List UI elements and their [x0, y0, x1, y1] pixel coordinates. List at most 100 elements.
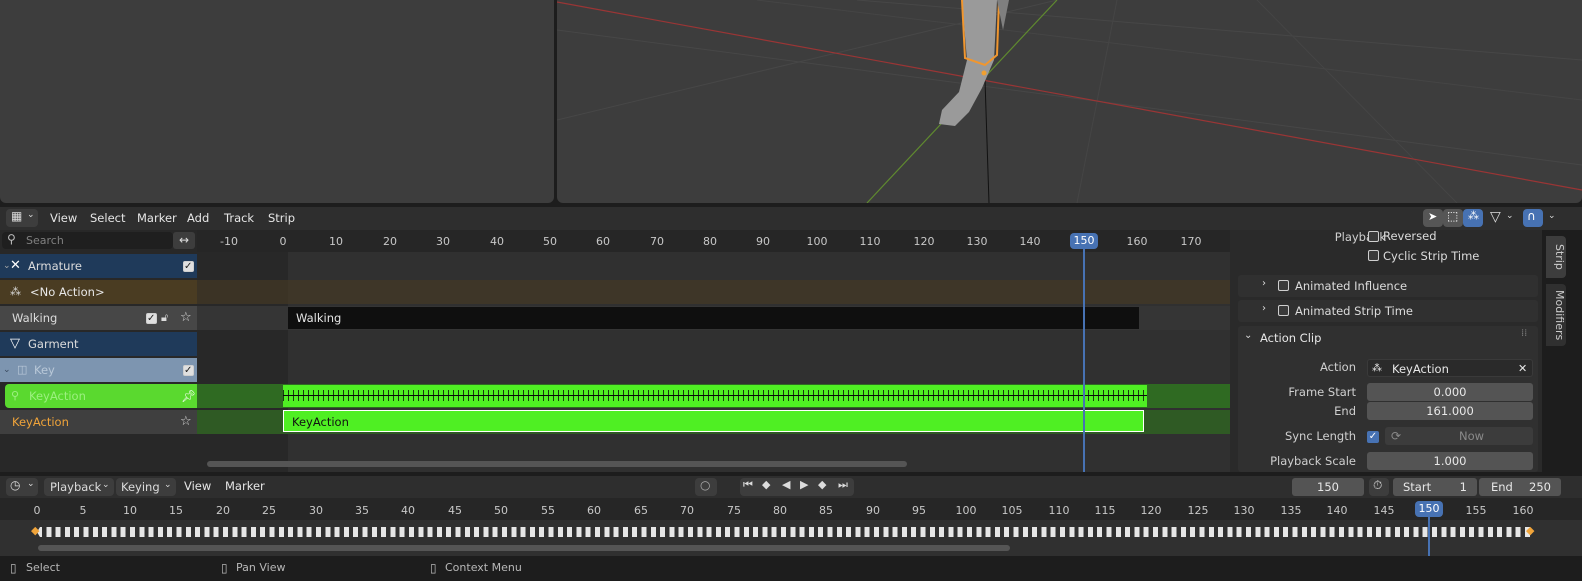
panel-title: Animated Influence [1295, 279, 1408, 293]
chevron-down-icon[interactable]: ⌄ [1548, 211, 1556, 221]
animated-strip-time-checkbox[interactable] [1278, 305, 1289, 316]
nla-strip-area[interactable]: -10 0 10 20 30 40 50 60 70 80 90 100 110… [197, 230, 1230, 472]
channel-enable-checkbox[interactable] [183, 255, 194, 279]
channel-label: KeyAction [12, 415, 69, 429]
keyframe-diamond-end[interactable]: ◆ [1526, 524, 1534, 537]
playback-menu[interactable]: Playback ⌄ [44, 478, 114, 496]
cyclic-strip-time-checkbox[interactable] [1368, 250, 1379, 261]
animated-strip-time-panel[interactable]: › Animated Strip Time [1238, 300, 1538, 322]
timeline-tick: 80 [773, 504, 787, 517]
action-label: Action [1319, 360, 1356, 374]
channel-label: Key [34, 363, 55, 377]
channel-enable-checkbox[interactable] [183, 359, 194, 383]
timeline-tick: 85 [819, 504, 833, 517]
chevron-down-icon[interactable]: ⌄ [1244, 330, 1252, 341]
search-input[interactable]: ⚲ Search [2, 232, 173, 249]
animated-influence-panel[interactable]: › Animated Influence [1238, 275, 1538, 297]
armature-icon: ✕ [10, 258, 21, 273]
strip-walking[interactable]: Walking [288, 307, 1139, 329]
tab-modifiers[interactable]: Modifiers [1546, 284, 1566, 346]
timeline-tick: 25 [262, 504, 276, 517]
menu-track[interactable]: Track [224, 211, 254, 225]
filter-button[interactable]: ▽ ⌄ [1490, 209, 1518, 228]
snapping-button[interactable]: ∩ [1523, 209, 1543, 227]
end-field[interactable]: 161.000 [1367, 402, 1533, 420]
expand-arrow-icon[interactable]: ⌄ [3, 358, 11, 382]
menu-marker[interactable]: Marker [225, 479, 265, 493]
timeline-area[interactable]: 0 5 10 15 20 25 30 35 40 45 50 55 60 65 … [0, 498, 1582, 556]
frame-start-field[interactable]: 0.000 [1367, 383, 1533, 401]
3d-viewport-left[interactable] [0, 0, 554, 203]
now-label: Now [1459, 429, 1485, 443]
sync-length-checkbox[interactable]: ✓ [1367, 431, 1379, 443]
animated-influence-checkbox[interactable] [1278, 280, 1289, 291]
tab-strip[interactable]: Strip [1546, 236, 1566, 278]
horizontal-scrollbar[interactable] [207, 461, 907, 467]
3d-viewport-right[interactable] [557, 0, 1582, 203]
channel-keyaction-selected[interactable]: ⚲ KeyAction 📌︎ [5, 384, 197, 408]
preview-range-button[interactable]: ⏱ [1369, 478, 1389, 496]
pin-icon[interactable]: 📌︎ [181, 384, 196, 408]
mouse-left-icon: ▯ [10, 561, 17, 575]
editor-type-button[interactable]: ▦ ⌄ [6, 209, 38, 227]
keyframe-diamond-start[interactable]: ◆ [31, 524, 39, 537]
channel-shape-key[interactable]: ⌄ ◫ Key [0, 358, 197, 383]
editor-type-button[interactable]: ◷ ⌄ [6, 478, 38, 496]
playhead-frame-badge[interactable]: 150 [1070, 233, 1098, 249]
action-selector[interactable]: ⁂ KeyAction ✕ [1367, 359, 1533, 377]
reversed-checkbox[interactable] [1368, 231, 1379, 242]
menu-marker[interactable]: Marker [137, 211, 177, 225]
chevron-down-icon: ⌄ [27, 210, 35, 220]
prev-keyframe-icon[interactable]: ◆ [762, 478, 770, 491]
start-frame-field[interactable]: Start 1 [1393, 478, 1477, 496]
timeline-keyframes[interactable] [37, 527, 1533, 537]
action-value: KeyAction [1392, 362, 1449, 376]
include-keyframes-button[interactable]: ⁂ [1463, 209, 1483, 227]
play-icon[interactable]: ▶ [800, 478, 808, 491]
channel-walking-track[interactable]: Walking 🔓︎ ☆ [0, 306, 197, 331]
timeline-scrollbar[interactable] [38, 545, 1010, 551]
search-placeholder: Search [26, 234, 64, 247]
end-label: End [1491, 480, 1513, 494]
record-button[interactable]: ○ [695, 478, 717, 496]
swap-filter-button[interactable]: ↔ [173, 232, 195, 249]
channel-garment[interactable]: ▽ Garment [0, 332, 197, 356]
box-select-button[interactable]: ⬚ [1443, 209, 1463, 227]
keying-menu[interactable]: Keying ⌄ [116, 478, 176, 496]
playhead-line [1428, 516, 1430, 556]
close-icon[interactable]: ✕ [1518, 360, 1527, 378]
playhead-frame-badge[interactable]: 150 [1415, 501, 1443, 517]
jump-start-icon[interactable]: ⏮ [743, 478, 753, 492]
timeline-tick: 155 [1465, 504, 1487, 517]
lock-icon[interactable]: 🔓︎ [161, 306, 168, 330]
drag-handle-icon[interactable]: ⁞⁞ [1521, 328, 1527, 339]
strip-keyaction[interactable]: KeyAction [283, 410, 1144, 432]
star-icon[interactable]: ☆ [180, 410, 192, 434]
menu-strip[interactable]: Strip [268, 211, 295, 225]
next-keyframe-icon[interactable]: ◆ [818, 478, 826, 491]
channel-no-action[interactable]: ⁂ <No Action> [0, 280, 197, 304]
reversed-label: Reversed [1383, 229, 1437, 243]
star-icon[interactable]: ☆ [180, 306, 192, 330]
channel-keyaction-track[interactable]: KeyAction ☆ [0, 410, 197, 434]
ruler-tick: 160 [1126, 235, 1148, 248]
timeline-tick: 30 [309, 504, 323, 517]
status-context-menu: Context Menu [445, 561, 522, 574]
play-reverse-icon[interactable]: ◀ [782, 478, 790, 491]
menu-add[interactable]: Add [187, 211, 209, 225]
end-frame-field[interactable]: End 250 [1479, 478, 1561, 496]
menu-view[interactable]: View [50, 211, 77, 225]
ruler-tick: 20 [383, 235, 397, 248]
sync-now-button[interactable]: ⟳ Now [1385, 427, 1533, 445]
keyframe-summary-row[interactable] [283, 385, 1147, 407]
menu-view[interactable]: View [184, 479, 211, 493]
ruler-tick: 140 [1019, 235, 1041, 248]
playback-scale-field[interactable]: 1.000 [1367, 452, 1533, 470]
jump-end-icon[interactable]: ⏭ [838, 478, 848, 492]
select-tool-button[interactable]: ➤ [1423, 209, 1443, 227]
playhead-line [1083, 248, 1085, 472]
current-frame-field[interactable]: 150 [1292, 478, 1364, 496]
menu-select[interactable]: Select [90, 211, 125, 225]
channel-armature[interactable]: ⌄ ✕ Armature [0, 254, 197, 279]
track-mute-checkbox[interactable] [146, 307, 157, 331]
